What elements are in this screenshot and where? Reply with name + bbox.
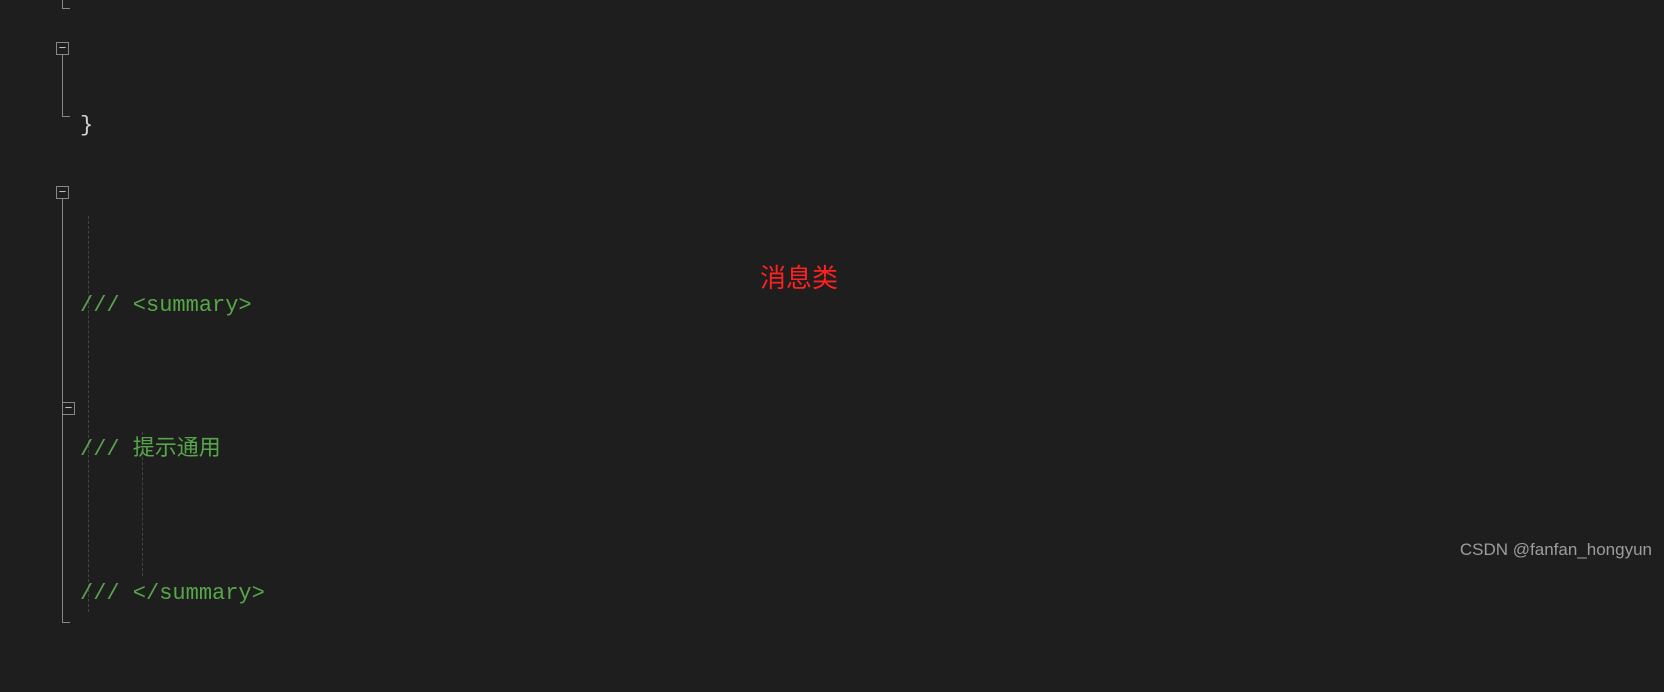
annotation-label: 消息类 <box>760 260 838 296</box>
gutter: − − − <box>0 0 60 692</box>
fold-toggle-icon[interactable]: − <box>56 186 69 199</box>
fold-toggle-icon[interactable]: − <box>62 402 75 415</box>
xml-doc-comment: /// 提示通用 <box>80 437 221 462</box>
code-editor[interactable]: − − − } /// <summary> /// 提示通用 /// </sum… <box>0 0 1664 576</box>
xml-doc-comment: /// <summary> <box>80 293 252 318</box>
watermark: CSDN @fanfan_hongyun <box>1460 532 1652 568</box>
code-area: } /// <summary> /// 提示通用 /// </summary> … <box>80 0 1136 692</box>
brace-close: } <box>80 113 93 138</box>
fold-toggle-icon[interactable]: − <box>56 42 69 55</box>
xml-doc-comment: /// </summary> <box>80 581 265 606</box>
